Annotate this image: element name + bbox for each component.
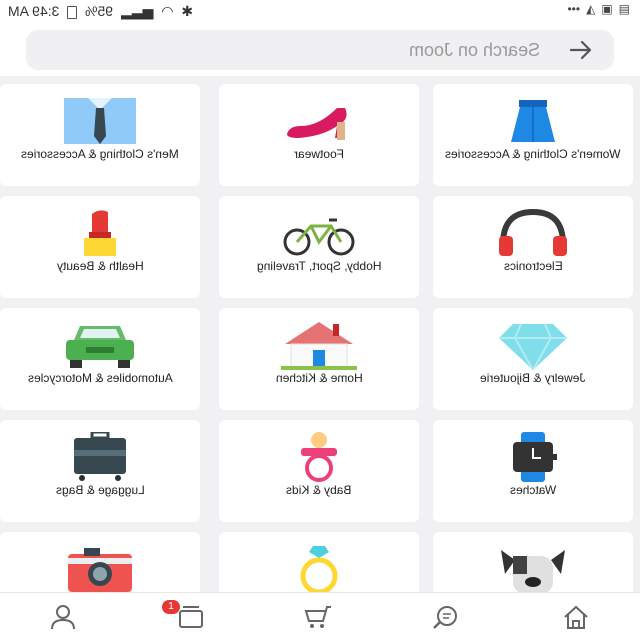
search-header: Search on Joom (0, 24, 640, 76)
gallery-icon: ▤ (618, 2, 630, 16)
status-right: ••• ◭ ▣ ▤ (567, 2, 630, 16)
wifi-icon: ◠ (161, 3, 174, 19)
search-placeholder: Search on Joom (408, 40, 540, 60)
more-icon: ••• (567, 2, 581, 16)
diamond-icon (499, 323, 567, 370)
status-left: 3:49 AM 95% ▂▃▅ ◠ ✱ (8, 3, 193, 20)
home-icon[interactable] (561, 603, 591, 631)
pacifier-icon (301, 432, 337, 482)
shirt-tie-icon (64, 98, 136, 144)
category-hobby-sport[interactable]: Hobby, Sport, Traveling (219, 196, 419, 298)
category-label: Luggage & Bags (55, 483, 145, 497)
dog-icon (501, 550, 565, 594)
status-time: 3:49 AM (8, 3, 60, 19)
battery-icon (67, 5, 78, 19)
battery-percent: 95% (85, 3, 114, 19)
category-label: Hobby, Sport, Traveling (256, 259, 382, 273)
category-automobiles[interactable]: Automobiles & Motorcycles (0, 308, 200, 410)
ring-icon (300, 546, 338, 594)
skirt-icon (511, 100, 555, 142)
category-label: Automobiles & Motorcycles (27, 371, 173, 385)
category-home-kitchen[interactable]: Home & Kitchen (219, 308, 419, 410)
status-bar: 3:49 AM 95% ▂▃▅ ◠ ✱ ••• ◭ ▣ ▤ (0, 0, 640, 24)
signal-icon: ▂▃▅ (121, 3, 154, 19)
category-label: Footwear (293, 147, 345, 161)
category-label: Health & Beauty (56, 259, 144, 273)
image-icon: ▣ (601, 2, 613, 16)
cart-icon[interactable] (303, 603, 333, 631)
notifications-icon[interactable] (176, 603, 206, 631)
lipstick-icon (84, 210, 116, 256)
high-heel-icon (287, 108, 347, 140)
category-label: Men's Clothing & Accessories (21, 147, 179, 161)
headphones-icon (499, 208, 567, 256)
house-icon (281, 322, 357, 370)
camera-icon (68, 548, 132, 592)
bluetooth-icon: ✱ (181, 3, 194, 19)
back-arrow-icon[interactable] (568, 38, 594, 62)
category-label: Watches (509, 483, 557, 497)
search-feed-icon[interactable] (430, 603, 460, 631)
watch-icon (513, 432, 557, 482)
category-baby-kids[interactable]: Baby & Kids (219, 420, 419, 522)
luggage-icon (74, 432, 126, 481)
car-icon (66, 326, 134, 368)
category-mens-clothing[interactable]: Men's Clothing & Accessories (0, 84, 200, 186)
search-input[interactable]: Search on Joom (26, 30, 614, 70)
profile-icon[interactable] (48, 603, 78, 631)
category-label: Electronics (503, 259, 563, 273)
category-label: Women's Clothing & Accessories (445, 147, 621, 161)
category-label: Baby & Kids (286, 483, 352, 497)
category-jewelry[interactable]: Jewelry & Bijouterie (433, 308, 633, 410)
send-icon: ◭ (586, 2, 596, 16)
category-luggage-bags[interactable]: Luggage & Bags (0, 420, 200, 522)
category-womens-clothing[interactable]: Women's Clothing & Accessories (433, 84, 633, 186)
category-footwear[interactable]: Footwear (219, 84, 419, 186)
category-label: Jewelry & Bijouterie (480, 371, 586, 385)
category-label: Home & Kitchen (275, 371, 363, 385)
bicycle-icon (283, 218, 355, 256)
category-electronics[interactable]: Electronics (433, 196, 633, 298)
bottom-navigation (0, 592, 640, 641)
category-health-beauty[interactable]: Health & Beauty (0, 196, 200, 298)
notification-badge: 1 (162, 600, 180, 614)
category-watches[interactable]: Watches (433, 420, 633, 522)
